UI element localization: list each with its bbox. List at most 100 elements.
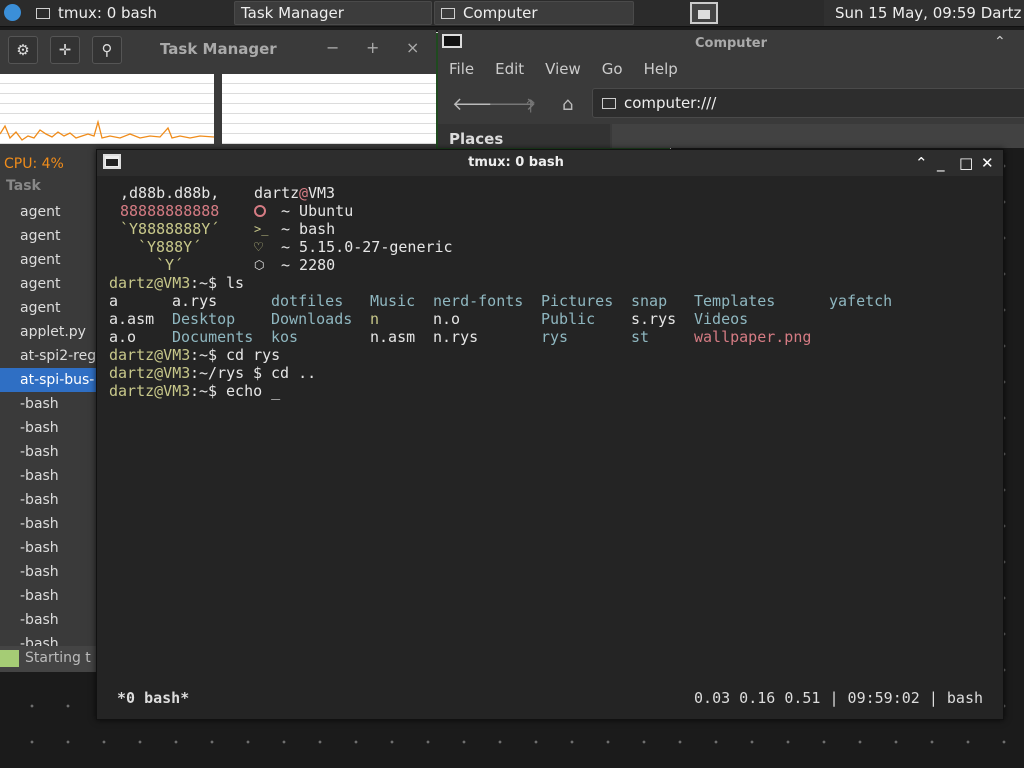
menu-edit[interactable]: Edit <box>484 60 534 78</box>
ls-entry: Pictures <box>541 292 614 310</box>
chevron-up-icon[interactable]: ⌃ <box>915 154 928 172</box>
ls-entry: Videos <box>694 310 749 328</box>
command-text: cd .. <box>262 364 317 382</box>
list-item[interactable]: agent <box>0 272 96 296</box>
prompt-path: :~ <box>190 346 209 364</box>
list-item-selected[interactable]: at-spi-bus- <box>0 368 96 392</box>
list-item[interactable]: -bash <box>0 536 96 560</box>
ls-row: a a.rys dotfiles Music nerd-fonts Pictur… <box>109 292 989 310</box>
ls-entry: a.o <box>109 328 137 346</box>
ls-entry: kos <box>271 328 299 346</box>
memory-graph <box>222 74 436 144</box>
file-view <box>612 124 1024 148</box>
close-icon[interactable]: × <box>406 38 419 57</box>
chevron-up-icon[interactable]: ⌃ <box>994 34 1006 50</box>
ls-entry: nerd-fonts <box>433 292 524 310</box>
clock[interactable]: Sun 15 May, 09:59 Dartz <box>824 0 1024 26</box>
command-input[interactable]: echo _ <box>217 382 280 400</box>
terminal-output[interactable]: ,d88b.d88b, dartz @ VM3 88888888888 ~ Ub… <box>109 184 989 684</box>
places-heading: Places <box>449 130 504 148</box>
prompt-sigil: $ <box>208 382 218 400</box>
menu-file[interactable]: File <box>438 60 484 78</box>
list-item[interactable]: -bash <box>0 560 96 584</box>
list-item[interactable]: -bash <box>0 512 96 536</box>
list-item[interactable]: -bash <box>0 584 96 608</box>
ls-entry: rys <box>541 328 569 346</box>
list-item[interactable]: -bash <box>0 608 96 632</box>
location-input[interactable]: computer:/// <box>624 94 716 112</box>
list-item[interactable]: agent <box>0 200 96 224</box>
fetch-at: @ <box>299 184 309 202</box>
ls-entry: s.rys <box>631 310 677 328</box>
ls-entry: st <box>631 328 650 346</box>
computer-icon <box>602 98 616 109</box>
prompt-path: :~ <box>190 274 209 292</box>
ls-entry: n.o <box>433 310 461 328</box>
maximize-icon[interactable]: + <box>366 38 379 57</box>
ascii-art: `Y888Y´ <box>138 238 202 256</box>
list-item[interactable]: -bash <box>0 440 96 464</box>
taskbar-window-computer[interactable]: Computer <box>434 1 634 25</box>
ls-row: a.o Documents kos n.asm n.rys rys st wal… <box>109 328 989 346</box>
search-icon[interactable]: ⚲ <box>92 36 122 64</box>
shell-icon: >_ <box>254 222 269 236</box>
list-item[interactable]: -bash <box>0 392 96 416</box>
heart-icon: ♡ <box>254 238 264 256</box>
window-title: tmux: 0 bash <box>468 155 564 170</box>
fetch-user: dartz <box>254 184 300 202</box>
workspace-switcher-icon[interactable] <box>690 2 718 24</box>
minimize-icon[interactable]: − <box>326 38 339 57</box>
ls-entry: yafetch <box>829 292 893 310</box>
list-item[interactable]: agent <box>0 248 96 272</box>
list-item[interactable]: -bash <box>0 464 96 488</box>
prompt-sigil: $ <box>253 364 263 382</box>
cpu-graph <box>0 74 214 144</box>
list-item[interactable]: agent <box>0 296 96 320</box>
fetch-packages: ~ 2280 <box>281 256 336 274</box>
list-item[interactable]: agent <box>0 224 96 248</box>
computer-icon <box>441 7 455 19</box>
task-column-header[interactable]: Task <box>6 178 41 194</box>
home-icon[interactable]: ⌂ <box>562 94 573 115</box>
minimize-icon[interactable]: _ <box>937 154 945 172</box>
prompt-user-host: dartz@VM3 <box>109 382 191 400</box>
taskbar-window-tmux[interactable]: tmux: 0 bash <box>30 1 230 25</box>
crosshair-icon[interactable]: ✛ <box>50 36 80 64</box>
ls-entry: Templates <box>694 292 776 310</box>
ls-entry: a <box>109 292 119 310</box>
prompt-user-host: dartz@VM3 <box>109 274 191 292</box>
ls-entry: dotfiles <box>271 292 344 310</box>
up-arrow-icon[interactable]: 🡑 <box>526 94 535 124</box>
terminal-window: tmux: 0 bash ⌃ _ □ ✕ ,d88b.d88b, dartz @… <box>96 149 1004 720</box>
taskbar-window-task-manager[interactable]: Task Manager <box>234 1 671 674</box>
close-icon[interactable]: ✕ <box>981 154 994 172</box>
list-item[interactable]: applet.py <box>0 320 96 344</box>
ls-entry: Documents <box>172 328 254 346</box>
location-bar[interactable]: computer:/// <box>592 88 1024 118</box>
settings-gear-icon[interactable]: ⚙ <box>8 36 38 64</box>
ls-entry: n <box>370 310 380 328</box>
task-manager-header: ⚙ ✛ ⚲ Task Manager − + × <box>0 30 436 70</box>
menu-help[interactable]: Help <box>633 60 688 78</box>
menu-go[interactable]: Go <box>591 60 633 78</box>
ls-entry: wallpaper.png <box>694 328 812 346</box>
list-item[interactable]: -bash <box>0 488 96 512</box>
task-list: agent agent agent agent agent applet.py … <box>0 200 96 656</box>
ls-row: a.asm Desktop Downloads n n.o Public s.r… <box>109 310 989 328</box>
terminal-titlebar: tmux: 0 bash ⌃ _ □ ✕ <box>97 150 1003 176</box>
app-menu-icon[interactable] <box>4 4 21 21</box>
fetch-os: ~ Ubuntu <box>281 202 354 220</box>
prompt-user-host: dartz@VM3 <box>109 346 191 364</box>
list-item[interactable]: -bash <box>0 416 96 440</box>
command-text: cd rys <box>217 346 281 364</box>
menu-view[interactable]: View <box>534 60 591 78</box>
ls-entry: Music <box>370 292 416 310</box>
ubuntu-icon <box>254 205 266 217</box>
prompt-path: :~ <box>190 382 209 400</box>
places-sidebar: Places <box>438 124 610 148</box>
tmux-window-list[interactable]: *0 bash* <box>117 689 189 707</box>
list-item[interactable]: at-spi2-reg <box>0 344 96 368</box>
taskbar-window-label: tmux: 0 bash <box>58 4 158 22</box>
cpu-graph-line <box>0 119 214 141</box>
maximize-icon[interactable]: □ <box>959 154 973 172</box>
